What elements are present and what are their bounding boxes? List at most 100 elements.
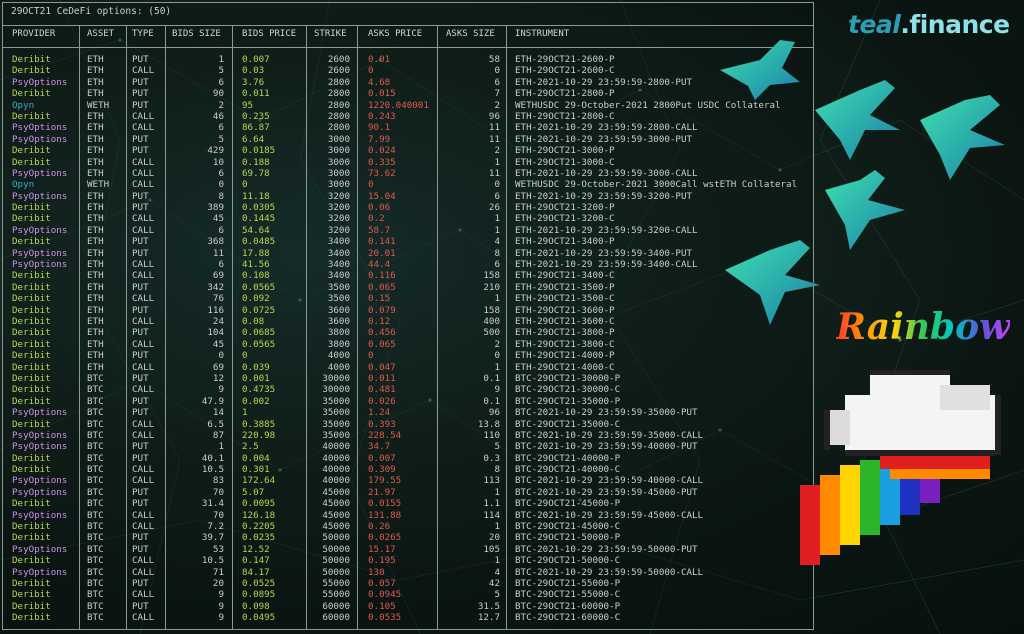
table-row[interactable]: PsyOptions BTC CALL 83 172.64 40000 179.55 113 B… [3, 475, 811, 486]
type-cell: PUT [132, 145, 149, 157]
bids-price-cell: 0.0565 [242, 338, 276, 350]
type-cell: CALL [132, 555, 155, 567]
asks-size-cell: 0 [494, 65, 500, 77]
bids-size-cell: 1 [218, 54, 224, 65]
type-cell: CALL [132, 566, 155, 578]
asset-cell: BTC [87, 486, 104, 498]
bids-price-cell: 0.0685 [242, 327, 276, 339]
table-row[interactable]: Opyn WETH CALL 0 0 3000 0 0 WETHUSDC 29-October-… [3, 179, 811, 190]
table-row[interactable]: Deribit ETH PUT 116 0.0725 3600 0.079 158 ETH-29… [3, 305, 811, 316]
asset-cell: ETH [87, 315, 104, 327]
table-row[interactable]: PsyOptions BTC CALL 70 126.18 45000 131.88 114 B… [3, 510, 811, 521]
instrument-cell: ETH-29OCT21-4000-P [515, 350, 615, 362]
table-row[interactable]: Deribit ETH PUT 90 0.011 2800 0.015 7 ETH-29OCT2… [3, 88, 811, 99]
table-row[interactable]: Deribit BTC PUT 47.9 0.002 35000 0.026 0.1 BTC-2… [3, 396, 811, 407]
table-row[interactable]: PsyOptions BTC PUT 70 5.07 45000 21.97 1 BTC-202… [3, 487, 811, 498]
asks-price-cell: 0.116 [368, 270, 396, 282]
table-row[interactable]: PsyOptions ETH CALL 6 41.56 3400 44.4 6 ETH-2021… [3, 259, 811, 270]
asks-size-cell: 26 [488, 202, 500, 214]
table-row[interactable]: Deribit BTC PUT 40.1 0.004 40000 0.007 0.3 BTC-2… [3, 453, 811, 464]
asks-size-cell: 114 [483, 509, 500, 521]
bids-size-cell: 0 [218, 350, 224, 362]
asset-cell: BTC [87, 612, 104, 624]
asset-cell: BTC [87, 600, 104, 612]
type-cell: PUT [132, 76, 149, 88]
provider-cell: PsyOptions [12, 566, 68, 578]
table-row[interactable]: Deribit BTC CALL 10.5 0.147 50000 0.195 1 BTC-29… [3, 555, 811, 566]
table-row[interactable]: Deribit ETH CALL 10 0.188 3000 0.335 1 ETH-29OCT… [3, 157, 811, 168]
table-row[interactable]: Deribit ETH CALL 45 0.1445 3200 0.2 1 ETH-29OCT2… [3, 213, 811, 224]
table-row[interactable]: PsyOptions ETH PUT 6 3.76 2800 4.68 6 ETH-2021-1… [3, 77, 811, 88]
table-row[interactable]: PsyOptions ETH CALL 6 86.87 2800 90.1 11 ETH-202… [3, 122, 811, 133]
asks-price-cell: 179.55 [368, 475, 402, 487]
table-row[interactable]: Deribit BTC CALL 6.5 0.3885 35000 0.393 13.8 BTC… [3, 419, 811, 430]
col-header-strike[interactable]: STRIKE [314, 29, 347, 39]
table-row[interactable]: Deribit ETH PUT 389 0.0305 3200 0.06 26 ETH-29OC… [3, 202, 811, 213]
asks-price-cell: 0.047 [368, 361, 396, 373]
col-header-type[interactable]: TYPE [132, 29, 154, 39]
bids-price-cell: 0.1445 [242, 213, 276, 225]
table-row[interactable]: Deribit BTC CALL 9 0.0495 60000 0.0535 12.7 BTC-… [3, 612, 811, 623]
instrument-cell: BTC-29OCT21-60000-P [515, 600, 621, 612]
table-row[interactable]: Deribit ETH CALL 69 0.108 3400 0.116 158 ETH-29O… [3, 270, 811, 281]
table-row[interactable]: Deribit BTC PUT 31.4 0.0095 45000 0.0155 1.1 BTC… [3, 498, 811, 509]
table-row[interactable]: Opyn WETH PUT 2 95 2800 1220.040001 2 WETHUSDC 2… [3, 100, 811, 111]
strike-cell: 3500 [327, 293, 350, 305]
type-cell: PUT [132, 577, 149, 589]
asks-size-cell: 4 [494, 236, 500, 248]
table-row[interactable]: Deribit ETH CALL 46 0.235 2800 0.243 96 ETH-29OC… [3, 111, 811, 122]
instrument-cell: BTC-2021-10-29 23:59:59-45000-PUT [515, 486, 698, 498]
asset-cell: BTC [87, 532, 104, 544]
table-row[interactable]: PsyOptions BTC CALL 71 84.17 50000 130 4 BTC-202… [3, 567, 811, 578]
table-row[interactable]: PsyOptions ETH PUT 11 17.88 3400 20.01 8 ETH-202… [3, 248, 811, 259]
col-header-asks-size[interactable]: ASKS SIZE [446, 29, 495, 39]
table-row[interactable]: Deribit ETH CALL 24 0.08 3600 0.12 400 ETH-29OCT… [3, 316, 811, 327]
table-row[interactable]: Deribit ETH CALL 5 0.03 2600 0 0 ETH-29OCT21-260… [3, 65, 811, 76]
provider-cell: PsyOptions [12, 133, 68, 145]
table-row[interactable]: Deribit BTC PUT 39.7 0.0235 50000 0.0265 20 BTC-… [3, 532, 811, 543]
col-header-asks-price[interactable]: ASKS PRICE [368, 29, 422, 39]
table-row[interactable]: PsyOptions BTC PUT 53 12.52 50000 15.17 105 BTC-… [3, 544, 811, 555]
col-header-bids-size[interactable]: BIDS SIZE [172, 29, 221, 39]
asks-size-cell: 6 [494, 76, 500, 88]
table-row[interactable]: PsyOptions ETH CALL 6 69.78 3000 73.62 11 ETH-20… [3, 168, 811, 179]
table-row[interactable]: Deribit BTC PUT 12 0.001 30000 0.011 0.1 BTC-29O… [3, 373, 811, 384]
table-row[interactable]: PsyOptions BTC CALL 87 220.98 35000 228.54 110 B… [3, 430, 811, 441]
table-row[interactable]: PsyOptions ETH PUT 5 6.64 3000 7.99 11 ETH-2021-… [3, 134, 811, 145]
col-header-instrument[interactable]: INSTRUMENT [515, 29, 569, 39]
table-row[interactable]: Deribit BTC CALL 9 0.4735 30000 0.481 9 BTC-29OC… [3, 384, 811, 395]
duck-icon [920, 95, 1005, 180]
strike-cell: 35000 [322, 429, 350, 441]
table-row[interactable]: Deribit ETH PUT 1 0.007 2600 0.01 58 ETH-29OCT21… [3, 54, 811, 65]
table-row[interactable]: Deribit BTC CALL 7.2 0.2205 45000 0.26 1 BTC-29O… [3, 521, 811, 532]
asks-size-cell: 1 [494, 555, 500, 567]
table-row[interactable]: Deribit BTC CALL 10.5 0.301 40000 0.309 8 BTC-29… [3, 464, 811, 475]
table-row[interactable]: Deribit ETH PUT 429 0.0185 3000 0.024 2 ETH-29OC… [3, 145, 811, 156]
col-header-provider[interactable]: PROVIDER [12, 29, 55, 39]
provider-cell: Deribit [12, 577, 51, 589]
provider-cell: Deribit [12, 464, 51, 476]
table-row[interactable]: Deribit ETH PUT 0 0 4000 0 0 ETH-29OCT21-4000-P [3, 350, 811, 361]
table-row[interactable]: Deribit ETH PUT 368 0.0485 3400 0.141 4 ETH-29OC… [3, 236, 811, 247]
table-row[interactable]: PsyOptions BTC PUT 1 2.5 40000 34.7 5 BTC-2021-1… [3, 441, 811, 452]
col-header-asset[interactable]: ASSET [87, 29, 114, 39]
table-row[interactable]: PsyOptions ETH CALL 6 54.64 3200 58.7 1 ETH-2021… [3, 225, 811, 236]
type-cell: CALL [132, 429, 155, 441]
asks-size-cell: 158 [483, 270, 500, 282]
type-cell: PUT [132, 88, 149, 100]
table-row[interactable]: Deribit BTC CALL 9 0.0895 55000 0.0945 5 BTC-29O… [3, 589, 811, 600]
table-row[interactable]: Deribit BTC PUT 20 0.0525 55000 0.057 42 BTC-29O… [3, 578, 811, 589]
col-header-bids-price[interactable]: BIDS PRICE [242, 29, 296, 39]
bids-price-cell: 0.004 [242, 452, 270, 464]
provider-cell: Deribit [12, 600, 51, 612]
table-row[interactable]: PsyOptions ETH PUT 8 11.18 3200 15.04 6 ETH-2021… [3, 191, 811, 202]
table-row[interactable]: Deribit ETH PUT 104 0.0685 3800 0.456 500 ETH-29… [3, 327, 811, 338]
table-row[interactable]: Deribit ETH CALL 45 0.0565 3800 0.065 2 ETH-29OC… [3, 339, 811, 350]
table-row[interactable]: Deribit ETH CALL 76 0.092 3500 0.15 1 ETH-29OCT2… [3, 293, 811, 304]
table-row[interactable]: Deribit BTC PUT 9 0.098 60000 0.105 31.5 BTC-29O… [3, 601, 811, 612]
table-row[interactable]: PsyOptions BTC PUT 14 1 35000 1.24 96 BTC-2021-1… [3, 407, 811, 418]
strike-cell: 60000 [322, 600, 350, 612]
provider-cell: PsyOptions [12, 429, 68, 441]
table-row[interactable]: Deribit ETH CALL 69 0.039 4000 0.047 1 ETH-29OCT… [3, 362, 811, 373]
table-row[interactable]: Deribit ETH PUT 342 0.0565 3500 0.065 210 ETH-29… [3, 282, 811, 293]
